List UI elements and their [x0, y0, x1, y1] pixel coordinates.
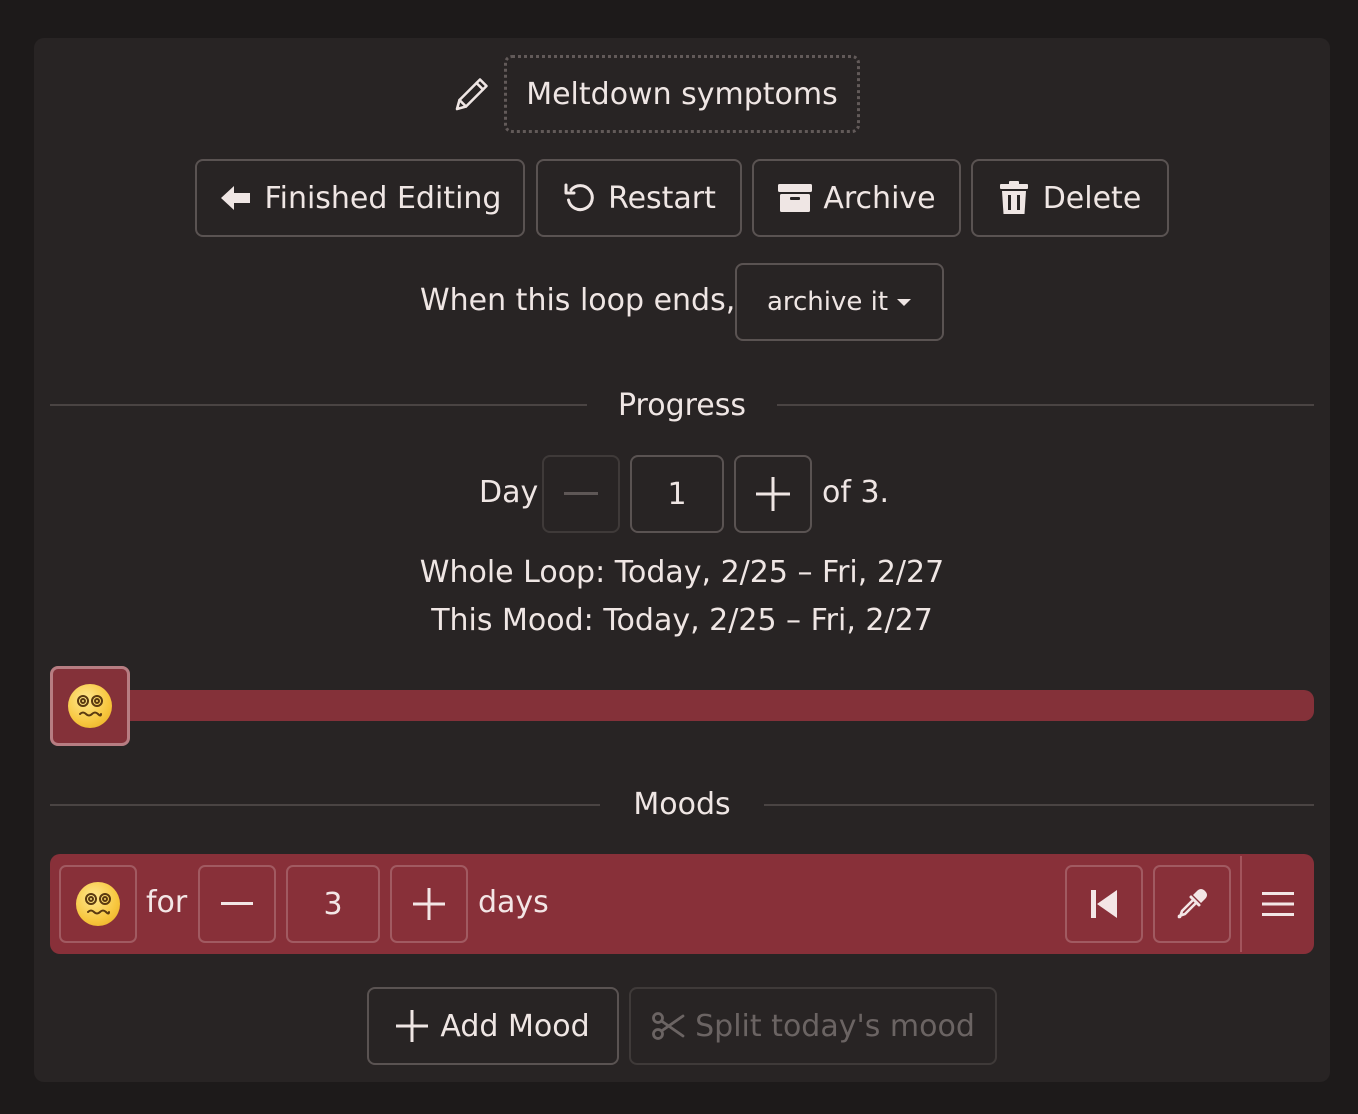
- caret-down-icon: [897, 299, 912, 306]
- arrow-left-icon: [220, 186, 250, 210]
- hamburger-menu-icon: [1262, 892, 1294, 916]
- pencil-icon: [452, 74, 492, 114]
- mood-row-separator: [1240, 856, 1242, 952]
- mood-skip-start-button[interactable]: [1065, 865, 1143, 943]
- loop-title-text: Meltdown symptoms: [526, 76, 838, 112]
- trash-icon: [999, 181, 1028, 214]
- spiral-eyes-emoji-icon: [76, 882, 120, 926]
- spiral-eyes-emoji-icon: [68, 684, 112, 728]
- restart-button[interactable]: Restart: [536, 159, 742, 237]
- progress-divider-left: [50, 404, 587, 406]
- plus-icon: [756, 477, 790, 511]
- progress-divider-right: [777, 404, 1314, 406]
- this-mood-range: This Mood: Today, 2/25 – Fri, 2/27: [431, 603, 933, 638]
- moods-divider-left: [50, 804, 600, 806]
- day-decrement-button[interactable]: [542, 455, 620, 533]
- whole-loop-range: Whole Loop: Today, 2/25 – Fri, 2/27: [419, 555, 945, 590]
- plus-icon: [396, 1010, 429, 1042]
- archive-box-icon: [778, 184, 813, 212]
- moods-divider-right: [764, 804, 1314, 806]
- eyedropper-icon: [1177, 889, 1207, 919]
- mood-days-field[interactable]: 3: [286, 865, 380, 943]
- day-label: Day: [479, 475, 539, 510]
- mood-color-picker-button[interactable]: [1153, 865, 1231, 943]
- delete-label: Delete: [1042, 180, 1142, 216]
- restart-label: Restart: [608, 180, 716, 216]
- loop-end-dropdown[interactable]: archive it: [735, 263, 944, 341]
- mood-days-label: days: [478, 885, 549, 920]
- add-mood-button[interactable]: Add Mood: [367, 987, 619, 1065]
- add-mood-label: Add Mood: [440, 1008, 590, 1044]
- restart-icon: [564, 183, 594, 212]
- progress-handle[interactable]: [50, 666, 130, 746]
- loop-end-selected: archive it: [766, 287, 889, 317]
- moods-heading: Moods: [633, 787, 731, 822]
- archive-button[interactable]: Archive: [752, 159, 961, 237]
- finished-editing-button[interactable]: Finished Editing: [195, 159, 525, 237]
- plus-icon: [413, 888, 445, 920]
- day-increment-button[interactable]: [734, 455, 812, 533]
- progress-track: [100, 690, 1314, 721]
- split-mood-label: Split today's mood: [695, 1008, 975, 1044]
- mood-emoji-button[interactable]: [59, 865, 137, 943]
- split-mood-button[interactable]: Split today's mood: [629, 987, 997, 1065]
- day-of-total: of 3.: [822, 475, 890, 510]
- scissors-icon: [652, 1012, 685, 1040]
- mood-days-value: 3: [323, 886, 343, 922]
- day-value-field[interactable]: 1: [630, 455, 724, 533]
- skip-to-start-icon: [1091, 890, 1117, 918]
- progress-heading: Progress: [617, 388, 747, 423]
- loop-end-prefix: When this loop ends,: [420, 283, 736, 318]
- mood-days-increment-button[interactable]: [390, 865, 468, 943]
- day-value: 1: [667, 476, 687, 512]
- minus-icon: [564, 492, 598, 495]
- loop-title-field[interactable]: Meltdown symptoms: [504, 55, 860, 133]
- mood-for-label: for: [146, 885, 188, 920]
- archive-label: Archive: [823, 180, 936, 216]
- mood-days-decrement-button[interactable]: [198, 865, 276, 943]
- finished-editing-label: Finished Editing: [264, 180, 502, 216]
- mood-menu-button[interactable]: [1244, 865, 1312, 943]
- delete-button[interactable]: Delete: [971, 159, 1169, 237]
- minus-icon: [221, 902, 253, 905]
